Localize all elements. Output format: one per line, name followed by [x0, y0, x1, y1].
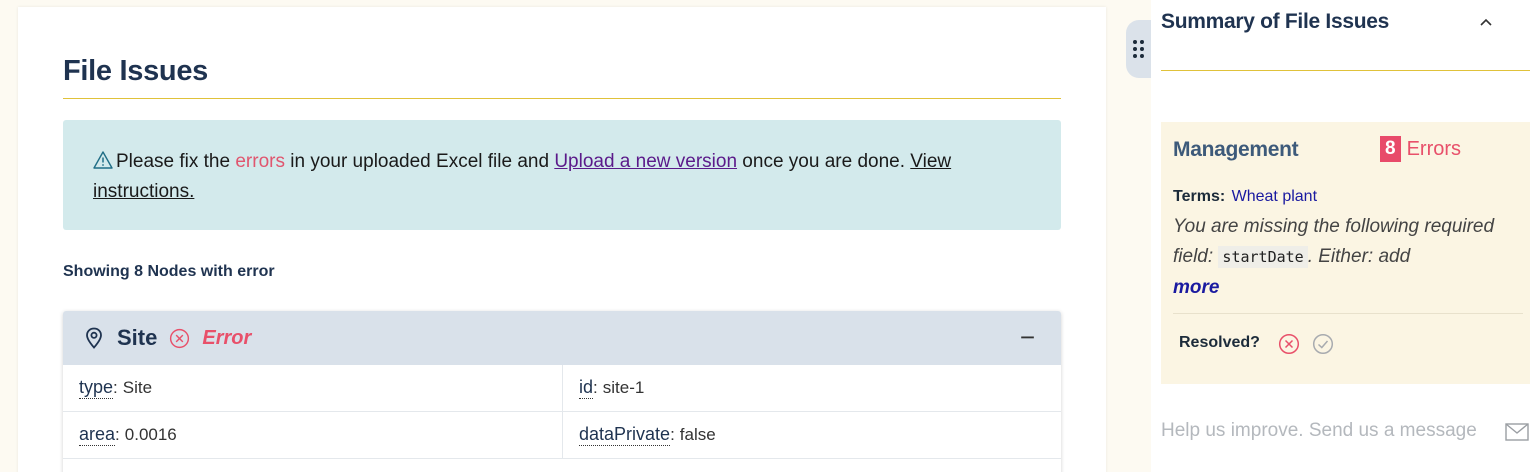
node-status: Error [202, 326, 252, 349]
issue-category: Management [1173, 138, 1299, 161]
prop-key[interactable]: area [79, 424, 116, 446]
showing-count: Showing 8 Nodes with error [63, 263, 275, 280]
prop-key[interactable]: dataPrivate [579, 424, 671, 446]
message-code: startDate [1218, 246, 1308, 268]
prop-colon: : [670, 425, 675, 444]
node-header[interactable]: Site Error − [63, 311, 1061, 365]
issue-divider [1173, 313, 1523, 314]
resolve-check-icon[interactable] [1312, 333, 1334, 355]
error-alert: Please fix the errors in your uploaded E… [63, 120, 1061, 230]
alert-mid: in your uploaded Excel file and [284, 151, 555, 172]
prop-key[interactable]: id [579, 377, 594, 399]
prop-colon: : [113, 378, 118, 397]
node-title: Site [117, 325, 158, 350]
prop-row: area:0.0016 dataPrivate: false [63, 412, 1061, 459]
prop-colon: : [593, 378, 598, 397]
issue-card: Management 8 Errors Terms: Wheat plant Y… [1161, 122, 1530, 384]
prop-cell: dataPrivate: false [562, 412, 1061, 458]
summary-title: Summary of File Issues [1161, 10, 1389, 33]
warning-icon [93, 151, 113, 169]
issue-message: You are missing the following required f… [1173, 212, 1523, 272]
feedback-link[interactable]: Help us improve. Send us a message [1161, 420, 1477, 442]
prop-cell: type: Site [63, 365, 562, 411]
error-circle-icon [170, 328, 190, 348]
prop-value: Site [122, 378, 153, 397]
prop-value: 0.0016 [124, 425, 177, 444]
prop-cell: area:0.0016 [63, 412, 562, 458]
prop-key[interactable]: type [79, 377, 114, 399]
alert-errors-word: errors [235, 151, 285, 172]
issue-terms: Terms: Wheat plant [1173, 188, 1317, 206]
upload-new-version-link[interactable]: Upload a new version [554, 151, 737, 172]
prop-value: site-1 [602, 378, 645, 397]
resolved-label: Resolved? [1179, 334, 1260, 351]
error-count-badge: 8 [1380, 136, 1401, 162]
resolve-x-icon[interactable] [1278, 333, 1300, 355]
mail-icon[interactable] [1505, 423, 1529, 441]
alert-prefix: Please fix the [116, 151, 236, 172]
prop-value: false [679, 425, 716, 444]
message-after: . Either: add [1307, 246, 1411, 267]
terms-value: Wheat plant [1231, 188, 1318, 205]
page-title: File Issues [63, 55, 208, 87]
prop-cell: id: site-1 [562, 365, 1061, 411]
summary-divider [1161, 70, 1530, 71]
more-link[interactable]: more [1173, 277, 1219, 299]
title-divider [63, 98, 1061, 99]
error-count: 8 Errors [1380, 136, 1461, 162]
drag-handle-icon [1133, 40, 1144, 58]
node-card: Site Error − type: Site id: site-1 area:0.… [63, 311, 1061, 472]
chevron-up-icon[interactable] [1476, 14, 1496, 30]
pin-icon [86, 327, 102, 349]
summary-panel: Summary of File Issues Management 8 Erro… [1151, 0, 1530, 472]
error-count-label: Errors [1406, 137, 1462, 160]
panel-drag-handle[interactable] [1126, 20, 1152, 78]
terms-label: Terms: [1173, 188, 1226, 205]
prop-row: type: Site id: site-1 [63, 365, 1061, 412]
prop-colon: : [115, 425, 120, 444]
alert-suffix: once you are done. [737, 151, 911, 172]
main-card: File Issues Please fix the errors in you… [18, 7, 1106, 472]
collapse-button[interactable]: − [1020, 324, 1035, 350]
